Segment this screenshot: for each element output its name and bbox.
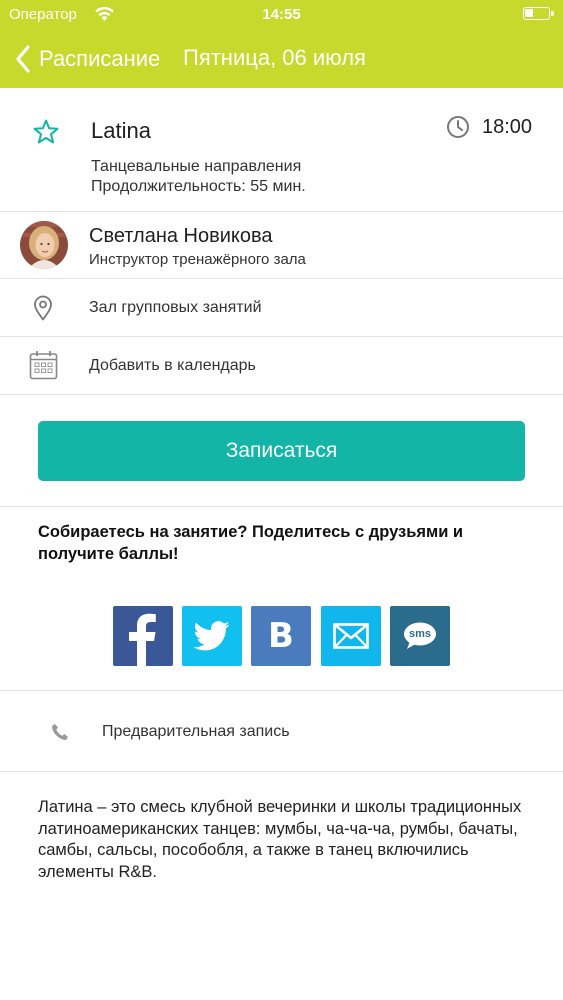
sms-label: sms [408, 628, 432, 640]
envelope-icon [333, 623, 369, 649]
facebook-icon [129, 613, 156, 666]
facebook-share-button[interactable] [113, 606, 173, 666]
add-to-calendar-row[interactable]: Добавить в календарь [0, 337, 563, 395]
location-row: Зал групповых занятий [0, 279, 563, 337]
vk-icon: В [268, 616, 294, 656]
status-bar: Оператор 14:55 [0, 0, 563, 30]
battery-icon [523, 7, 554, 20]
back-button[interactable]: Расписание [15, 42, 160, 76]
class-duration: Продолжительность: 55 мин. [91, 178, 306, 195]
class-description: Латина – это смесь клубной вечеринки и ш… [38, 798, 522, 881]
signup-button-label: Записаться [225, 439, 338, 462]
booking-row[interactable]: Предварительная запись [0, 691, 563, 772]
avatar [20, 221, 68, 269]
booking-label: Предварительная запись [102, 723, 290, 740]
sms-share-button[interactable]: sms [390, 606, 450, 666]
back-label: Расписание [39, 46, 161, 71]
chevron-left-icon [16, 45, 30, 73]
star-icon[interactable] [33, 119, 59, 145]
page-title: Пятница, 06 июля [183, 45, 366, 70]
calendar-icon [29, 351, 58, 380]
vk-share-button[interactable]: В [251, 606, 311, 666]
class-info-section: Latina 18:00 Танцевальные направления Пр… [0, 88, 563, 212]
location-label: Зал групповых занятий [89, 299, 262, 316]
trainer-name: Светлана Новикова [89, 225, 273, 247]
add-to-calendar-label: Добавить в календарь [89, 357, 256, 374]
trainer-role: Инструктор тренажёрного зала [89, 251, 306, 268]
clock-icon [447, 116, 469, 138]
signup-button[interactable]: Записаться [38, 421, 525, 481]
divider [0, 506, 563, 507]
divider [0, 771, 563, 772]
class-title: Latina [91, 118, 151, 143]
twitter-icon [194, 621, 230, 651]
class-time: 18:00 [482, 116, 533, 138]
class-category: Танцевальные направления [91, 158, 302, 175]
email-share-button[interactable] [321, 606, 381, 666]
trainer-row[interactable]: Светлана Новикова Инструктор тренажёрног… [0, 212, 563, 279]
navigation-bar: Расписание Пятница, 06 июля [0, 38, 563, 78]
location-pin-icon [34, 295, 52, 321]
twitter-share-button[interactable] [182, 606, 242, 666]
app-header: Оператор 14:55 Расписание Пятница, 06 ию… [0, 0, 563, 88]
share-prompt: Собираетесь на занятие? Поделитесь с дру… [38, 523, 464, 563]
status-time: 14:55 [262, 6, 301, 23]
phone-icon [51, 724, 68, 741]
